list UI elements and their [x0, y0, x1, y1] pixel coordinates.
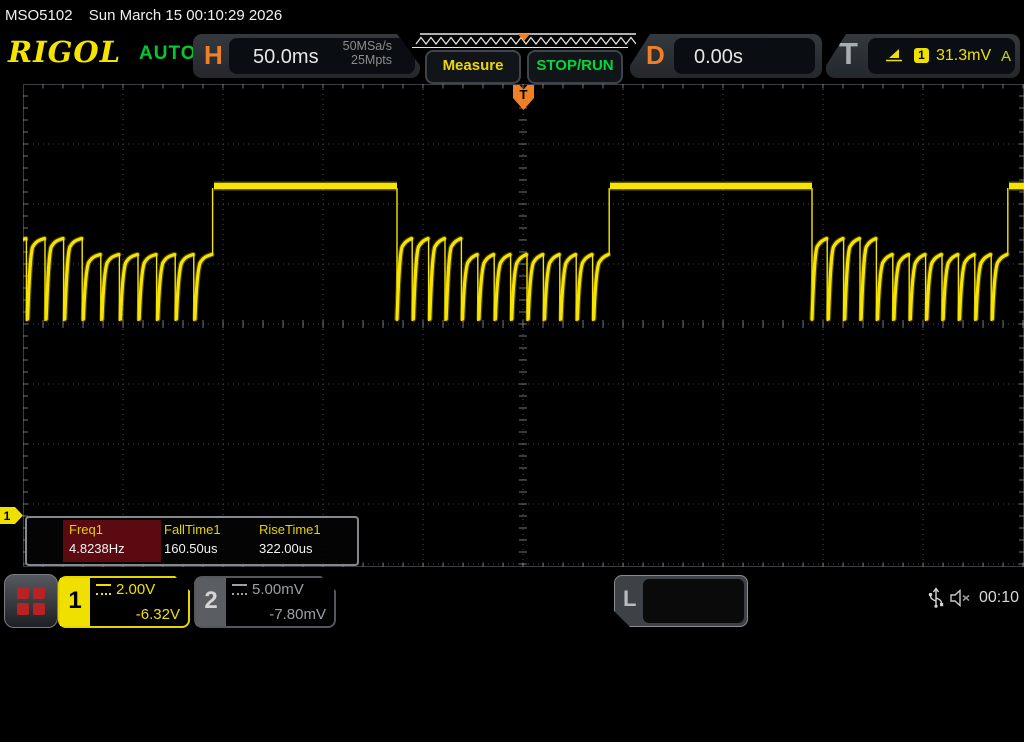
graticule-and-waveform — [23, 84, 1024, 567]
timebase-value: 50.0ms — [253, 46, 319, 69]
trigger-settings-widget[interactable]: T 1 31.3mV A — [826, 34, 1020, 78]
trigger-marker-letter: T — [520, 87, 528, 102]
channel1-settings: 2.00V -6.32V — [96, 581, 180, 623]
sample-rate-memdepth: 50MSa/s 25Mpts — [343, 39, 392, 67]
logic-row2: 8 9 1011 12131415 — [652, 682, 744, 702]
trigger-label: T — [839, 36, 858, 72]
dc-coupling-icon — [232, 584, 247, 595]
model-name: MSO5102 — [5, 7, 73, 24]
trigger-sweep-mode: A — [1001, 48, 1011, 65]
measurement-label: Freq1 — [69, 522, 103, 537]
rigol-logo: RIGOL — [8, 35, 121, 69]
delay-value: 0.00s — [694, 46, 743, 69]
measurement-value: 4.8238Hz — [69, 541, 125, 556]
window-layout-button[interactable] — [4, 574, 58, 628]
channel2-badge[interactable]: 2 5.00mV -7.80mV — [194, 576, 336, 628]
measure-button[interactable]: Measure — [425, 50, 521, 84]
channel2-offset: -7.80mV — [269, 606, 326, 623]
horizontal-settings-widget[interactable]: H 50.0ms 50MSa/s 25Mpts — [193, 34, 420, 78]
logic-channels-badge[interactable]: L 0 1 2 3 4 5 6 7 8 9 1011 12131415 — [614, 575, 748, 627]
runtime-clock: 00:10 — [979, 589, 1019, 607]
trigger-level-value: 31.3mV — [936, 47, 991, 65]
ground-marker-number: 1 — [4, 509, 11, 523]
sample-rate: 50MSa/s — [343, 39, 392, 53]
stop-run-button[interactable]: STOP/RUN — [527, 50, 623, 84]
logic-row1: 0 1 2 3 4 5 6 7 — [652, 622, 744, 642]
delay-widget[interactable]: D 0.00s — [630, 34, 822, 78]
memory-depth: 25Mpts — [343, 53, 392, 67]
measurement-label: RiseTime1 — [259, 522, 321, 537]
channel2-number-tab: 2 — [196, 578, 226, 626]
delay-label: D — [646, 40, 665, 71]
channel-status-bar: 1 2.00V -6.32V 2 5.00mV -7.80mV L 0 1 2 … — [0, 567, 1024, 630]
channel1-scale: 2.00V — [116, 581, 155, 598]
waveform-display-area[interactable]: T — [23, 84, 1024, 567]
oscilloscope-screen: { "titlebar": { "model": "MSO5102", "dat… — [0, 0, 1024, 630]
horizontal-label: H — [204, 40, 223, 71]
acquire-mode-label: AUTO — [139, 43, 196, 65]
channel1-offset: -6.32V — [136, 606, 180, 623]
logic-channel-numbers: 0 1 2 3 4 5 6 7 8 9 1011 12131415 — [643, 579, 744, 623]
measurement-label: FallTime1 — [164, 522, 221, 537]
channel2-scale: 5.00mV — [252, 581, 304, 598]
channel1-badge[interactable]: 1 2.00V -6.32V — [58, 576, 190, 628]
logic-label: L — [623, 586, 636, 612]
measurement-results-panel[interactable]: Freq1 4.8238Hz FallTime1 160.50us RiseTi… — [25, 516, 359, 566]
channel1-number-tab: 1 — [60, 578, 90, 626]
dc-coupling-icon — [96, 584, 111, 595]
speaker-muted-icon[interactable] — [949, 589, 973, 607]
toolbar: RIGOL AUTO H 50.0ms 50MSa/s 25Mpts Measu… — [0, 30, 1024, 84]
title-bar: MSO5102 Sun March 15 00:10:29 2026 — [0, 0, 1024, 30]
date-time: Sun March 15 00:10:29 2026 — [89, 7, 282, 24]
measurement-value: 160.50us — [164, 541, 218, 556]
timebase-overview-strip[interactable] — [412, 32, 636, 50]
channel1-ground-marker[interactable]: 1 — [0, 507, 23, 524]
trigger-position-marker[interactable]: T — [513, 85, 534, 110]
channel2-settings: 5.00mV -7.80mV — [232, 581, 326, 623]
usb-icon — [928, 586, 944, 610]
four-squares-icon — [17, 587, 45, 615]
trigger-source-badge: 1 — [914, 48, 929, 63]
trigger-slope-icon — [884, 47, 904, 64]
measurement-value: 322.00us — [259, 541, 313, 556]
